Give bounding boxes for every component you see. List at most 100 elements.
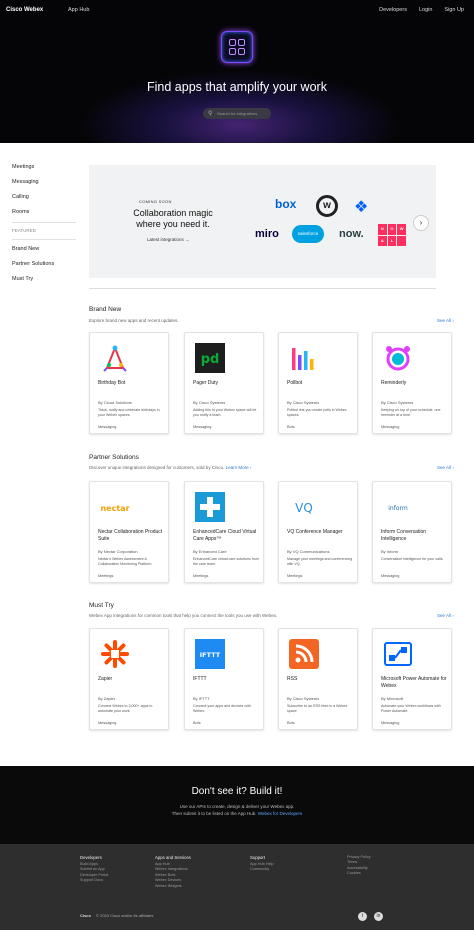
app-card-nectar[interactable]: nectar Nectar Collaboration Product Suit…: [89, 481, 169, 583]
nav-signup-link[interactable]: Sign Up: [444, 7, 464, 13]
ifttt-icon: IFTTT: [195, 639, 225, 669]
sidebar: Meetings Messaging Calling Rooms FEATURE…: [12, 160, 76, 287]
section-title-partner-solutions: Partner Solutions: [89, 454, 139, 461]
footer-link[interactable]: Support Docs: [80, 878, 108, 883]
servicenow-logo: now.: [339, 228, 364, 240]
banner-coming-soon: COMING SOON: [139, 199, 172, 204]
linkedin-icon[interactable]: in: [374, 912, 383, 921]
app-type: Meetings: [98, 574, 114, 578]
app-type: Bots: [193, 721, 201, 725]
banner-next-arrow-icon[interactable]: ›: [413, 215, 429, 231]
medical-cross-icon: [195, 492, 225, 522]
build-it-line1: Use our APIs to create, design & deliver…: [179, 804, 295, 809]
app-card-enhancedcare[interactable]: EnhancedCare Cloud Virtual Care Apps™ By…: [184, 481, 264, 583]
sidebar-item-partner-solutions[interactable]: Partner Solutions: [12, 257, 72, 272]
footer-link[interactable]: Webex Widgets: [155, 884, 191, 889]
search-input[interactable]: ⚲ Search for integrations: [203, 108, 271, 119]
section-title-brand-new: Brand New: [89, 306, 122, 313]
footer-link[interactable]: Community: [250, 867, 274, 872]
app-card-rss[interactable]: RSS By Cisco Systems Subscribe to an RSS…: [278, 628, 358, 730]
birthday-bot-icon: [103, 345, 127, 372]
app-author: By Cisco Systems: [193, 400, 226, 405]
hero: Cisco Webex App Hub Developers Login Sig…: [0, 0, 474, 143]
sidebar-divider: [12, 222, 76, 223]
nav-app-hub-link[interactable]: App Hub: [68, 7, 89, 13]
app-name: Zapier: [98, 676, 113, 682]
app-description: Conversation intelligence for your calls…: [381, 557, 444, 561]
svg-text:nectar: nectar: [100, 504, 129, 513]
nectar-logo-icon: nectar: [100, 504, 129, 513]
nav-developers-link[interactable]: Developers: [379, 7, 407, 13]
sidebar-item-brand-new[interactable]: Brand New: [12, 242, 72, 257]
app-type: Messaging: [381, 574, 400, 578]
app-author: By Cisco Systems: [287, 400, 320, 405]
alarm-clock-icon: [386, 346, 410, 371]
search-placeholder: Search for integrations: [217, 111, 258, 116]
section-desc-partner-solutions: Discover unique integrations designed fo…: [89, 465, 252, 470]
see-all-must-try-link[interactable]: See All ›: [437, 613, 454, 618]
dropbox-logo: ❖: [354, 199, 369, 216]
app-card-ifttt[interactable]: IFTTT IFTTT By IFTTT Connect your apps a…: [184, 628, 264, 730]
svg-text:pd: pd: [201, 352, 220, 367]
sidebar-item-rooms[interactable]: Rooms: [12, 205, 72, 220]
app-description: EnhancedCare virtual care solutions from…: [193, 557, 259, 566]
sidebar-item-meetings[interactable]: Meetings: [12, 160, 72, 175]
app-card-reminderly[interactable]: Reminderly By Cisco Systems Keeping on t…: [372, 332, 452, 434]
app-hub-logo-icon: [221, 31, 253, 63]
footer-col-legal: Privacy Policy Terms Accessibility Cooki…: [347, 855, 371, 877]
app-author: By Inform: [381, 549, 399, 554]
sidebar-item-calling[interactable]: Calling: [12, 190, 72, 205]
svg-text:IFTTT: IFTTT: [200, 651, 221, 659]
sidebar-item-must-try[interactable]: Must Try: [12, 272, 72, 287]
footer-col-developers: Developers Build Apps Submit an App Deve…: [80, 855, 109, 883]
app-card-birthday-bot[interactable]: Birthday Bot By Cloud Solutions Track, n…: [89, 332, 169, 434]
app-description: Connect your apps and devices with Webex…: [193, 704, 251, 713]
app-description: Automate your Webex workflows with Power…: [381, 704, 441, 713]
sidebar-divider: [12, 239, 76, 240]
search-icon: ⚲: [208, 111, 213, 117]
app-type: Meetings: [287, 574, 303, 578]
pagerduty-icon: pd: [195, 343, 225, 373]
webex-logo: w: [316, 195, 338, 217]
box-logo: box: [275, 197, 297, 211]
twitter-icon[interactable]: t: [358, 912, 367, 921]
power-automate-icon: [384, 642, 412, 666]
top-nav: Cisco Webex App Hub Developers Login Sig…: [0, 0, 474, 20]
section-title-must-try: Must Try: [89, 602, 114, 609]
app-name: Pollbot: [287, 380, 303, 386]
sidebar-item-messaging[interactable]: Messaging: [12, 175, 72, 190]
app-card-inform[interactable]: inform Inform Conversation Intelligence …: [372, 481, 452, 583]
learn-more-link[interactable]: Learn More ›: [226, 465, 252, 470]
section-desc-must-try: Webex App integrations for common tools …: [89, 613, 278, 618]
app-author: By Enhanced Care: [193, 549, 227, 554]
copyright: Cisco © 2023 Cisco and/or its affiliates: [80, 913, 154, 918]
app-type: Bots: [287, 721, 295, 725]
footer-link[interactable]: Cookies: [347, 871, 371, 876]
nowal-logo: NOW AL: [378, 224, 406, 246]
nav-login-link[interactable]: Login: [419, 7, 432, 13]
webex-for-developers-link[interactable]: Webex for Developers: [258, 811, 302, 816]
see-all-brand-new-link[interactable]: See All ›: [437, 318, 454, 323]
app-card-vq-conference-manager[interactable]: VQ VQ Conference Manager By VQ Communica…: [278, 481, 358, 583]
app-card-pollbot[interactable]: Pollbot By Cisco Systems Pollbot lets yo…: [278, 332, 358, 434]
app-card-pager-duty[interactable]: pd Pager Duty By Cisco Systems Adding th…: [184, 332, 264, 434]
brand-logo[interactable]: Cisco Webex: [6, 7, 43, 13]
svg-text:VQ: VQ: [295, 501, 313, 515]
app-card-zapier[interactable]: Zapier By Zapier Connect Webex to 3,000+…: [89, 628, 169, 730]
app-name: EnhancedCare Cloud Virtual Care Apps™: [193, 529, 257, 542]
app-type: Messaging: [98, 425, 117, 429]
app-author: By IFTTT: [193, 696, 210, 701]
hero-title: Find apps that amplify your work: [147, 80, 327, 94]
section-divider: [89, 288, 436, 289]
app-type: Messaging: [381, 721, 400, 725]
app-name: IFTTT: [193, 676, 207, 682]
app-name: Nectar Collaboration Product Suite: [98, 529, 163, 542]
app-card-power-automate[interactable]: Microsoft Power Automate for Webex By Mi…: [372, 628, 452, 730]
app-name: VQ Conference Manager: [287, 529, 343, 535]
app-name: Pager Duty: [193, 380, 219, 386]
app-type: Messaging: [193, 425, 212, 429]
pollbot-icon: [292, 348, 314, 370]
banner-latest-link[interactable]: Latest integrations →: [147, 237, 190, 242]
sidebar-section-featured: FEATURED: [12, 228, 36, 233]
see-all-partner-solutions-link[interactable]: See All ›: [437, 465, 454, 470]
